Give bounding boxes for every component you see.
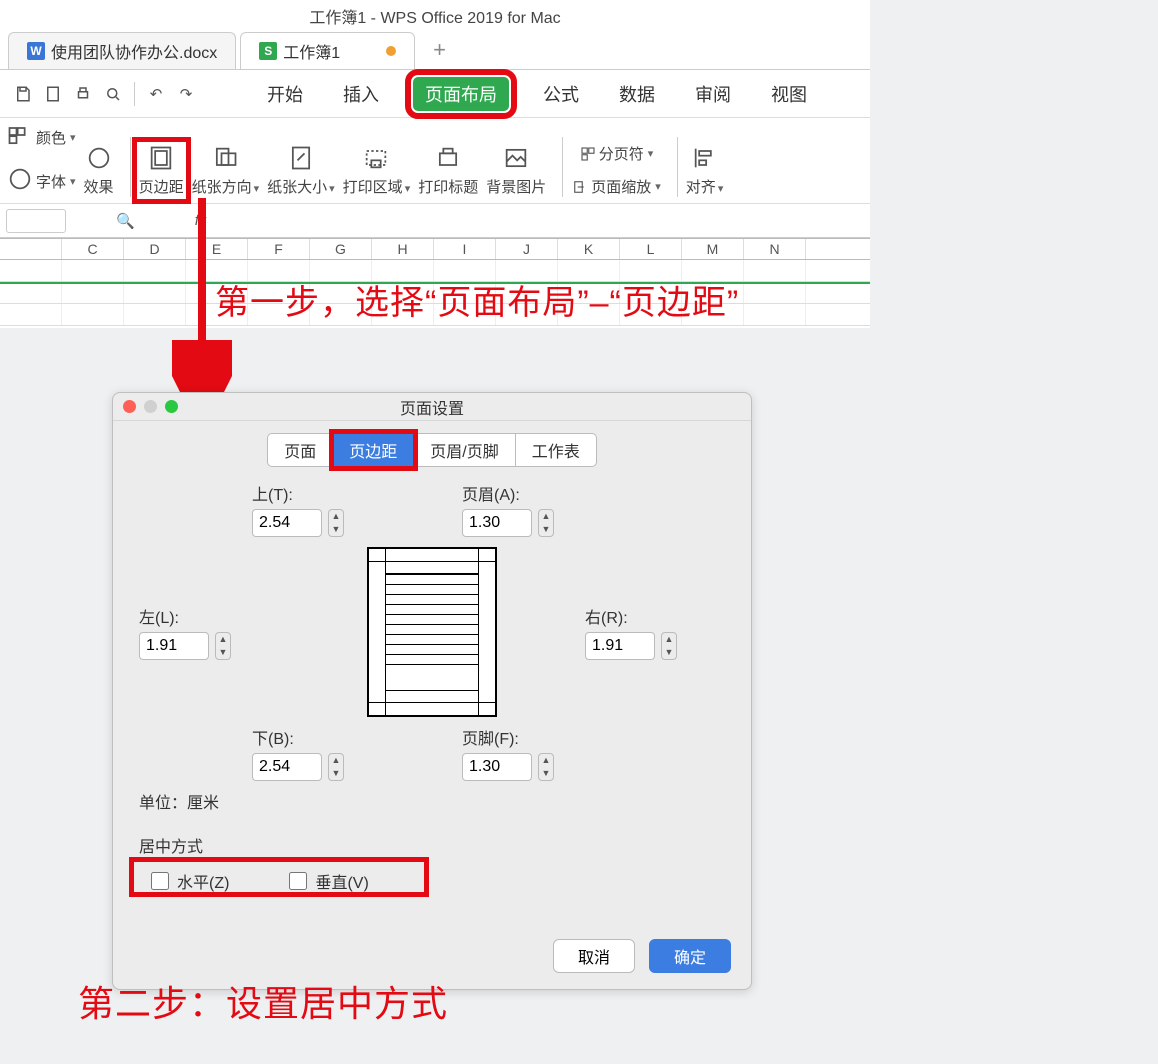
right-label: 右(R): — [585, 604, 725, 628]
annotation-step1: 第一步，选择“页面布局”–“页边距” — [215, 275, 739, 324]
orientation-button[interactable]: 纸张方向▾ — [192, 144, 260, 197]
page-setup-dialog: 页面设置 页面 页边距 页眉/页脚 工作表 上(T): ▲▼ 页眉(A): ▲▼ — [112, 392, 752, 990]
formula-bar: 🔍 fx — [0, 204, 870, 238]
dialog-tab-page[interactable]: 页面 — [267, 433, 333, 467]
close-icon[interactable] — [123, 400, 136, 413]
top-stepper[interactable]: ▲▼ — [328, 509, 344, 537]
quick-access-toolbar: ↶ ↷ 开始 插入 页面布局 公式 数据 审阅 视图 — [0, 70, 870, 118]
footer-stepper[interactable]: ▲▼ — [538, 753, 554, 781]
preview-icon[interactable] — [98, 79, 128, 109]
ribbon-tabs: 开始 插入 页面布局 公式 数据 审阅 视图 — [261, 77, 813, 111]
ribbon-tools: 颜色▾ 字体▾ 效果 页边距 纸张方向▾ 纸张大小▾ 打印区域▾ 打印标题 — [0, 118, 870, 204]
unit-label: 单位：厘米 — [139, 789, 725, 813]
ribbon-tab-start[interactable]: 开始 — [261, 77, 309, 111]
new-icon[interactable] — [38, 79, 68, 109]
footer-margin-input[interactable] — [462, 753, 532, 781]
unsaved-indicator-icon — [386, 46, 396, 56]
column-headers: CDEFGHIJKLMN — [0, 238, 870, 260]
maximize-icon[interactable] — [165, 400, 178, 413]
tool-separator — [130, 137, 131, 197]
right-margin-input[interactable] — [585, 632, 655, 660]
cancel-button[interactable]: 取消 — [553, 939, 635, 973]
qat-divider — [134, 82, 135, 106]
bottom-label: 下(B): — [252, 725, 402, 749]
bottom-stepper[interactable]: ▲▼ — [328, 753, 344, 781]
print-area-button[interactable]: 打印区域▾ — [343, 144, 411, 197]
bottom-margin-input[interactable] — [252, 753, 322, 781]
center-section: 居中方式 水平(Z) 垂直(V) — [139, 833, 725, 899]
save-icon[interactable] — [8, 79, 38, 109]
undo-icon[interactable]: ↶ — [141, 79, 171, 109]
tool-separator-2 — [562, 137, 563, 197]
footer-label: 页脚(F): — [462, 725, 612, 749]
new-tab-button[interactable]: + — [419, 31, 460, 69]
word-icon: W — [27, 42, 45, 60]
background-button[interactable]: 背景图片 — [486, 144, 546, 197]
right-stepper[interactable]: ▲▼ — [661, 632, 677, 660]
ribbon-tab-pagelayout[interactable]: 页面布局 — [413, 77, 509, 111]
top-label: 上(T): — [252, 481, 402, 505]
name-box[interactable] — [6, 209, 66, 233]
left-stepper[interactable]: ▲▼ — [215, 632, 231, 660]
breaks-button[interactable]: 分页符▾ — [579, 143, 654, 164]
center-horizontal-checkbox[interactable]: 水平(Z) — [151, 869, 229, 893]
fx-label[interactable]: fx — [195, 212, 207, 229]
minimize-icon — [144, 400, 157, 413]
left-margin-input[interactable] — [139, 632, 209, 660]
dialog-title: 页面设置 — [113, 395, 751, 419]
spreadsheet-icon: S — [259, 42, 277, 60]
top-margin-input[interactable] — [252, 509, 322, 537]
ribbon-tab-formula[interactable]: 公式 — [537, 77, 585, 111]
ribbon-tab-review[interactable]: 审阅 — [689, 77, 737, 111]
doc-tab-1-label: 使用团队协作办公.docx — [51, 39, 217, 63]
dialog-tab-header-footer[interactable]: 页眉/页脚 — [414, 433, 515, 467]
ribbon-tab-insert[interactable]: 插入 — [337, 77, 385, 111]
print-titles-button[interactable]: 打印标题 — [418, 144, 478, 197]
header-margin-input[interactable] — [462, 509, 532, 537]
ribbon-tab-view[interactable]: 视图 — [765, 77, 813, 111]
dialog-tab-sheet[interactable]: 工作表 — [516, 433, 597, 467]
window-title: 工作簿1 - WPS Office 2019 for Mac — [0, 0, 870, 34]
left-label: 左(L): — [139, 604, 279, 628]
center-label: 居中方式 — [139, 833, 725, 857]
tool-separator-3 — [677, 137, 678, 197]
header-stepper[interactable]: ▲▼ — [538, 509, 554, 537]
paper-size-button[interactable]: 纸张大小▾ — [267, 144, 335, 197]
breaks-zoom-group: 分页符▾ 页面缩放▾ — [571, 143, 661, 197]
dialog-titlebar: 页面设置 — [113, 393, 751, 421]
dialog-tabs: 页面 页边距 页眉/页脚 工作表 — [113, 433, 751, 467]
doc-tab-2[interactable]: S 工作簿1 — [240, 32, 415, 69]
effect-button[interactable]: 效果 — [84, 144, 114, 197]
redo-icon[interactable]: ↷ — [171, 79, 201, 109]
center-vertical-checkbox[interactable]: 垂直(V) — [289, 869, 368, 893]
ribbon-tab-data[interactable]: 数据 — [613, 77, 661, 111]
doc-tab-2-label: 工作簿1 — [283, 39, 340, 63]
search-icon[interactable]: 🔍 — [116, 212, 135, 230]
header-label: 页眉(A): — [462, 481, 612, 505]
print-icon[interactable] — [68, 79, 98, 109]
annotation-step2: 第二步：设置居中方式 — [78, 975, 448, 1027]
page-preview — [367, 547, 497, 717]
margins-form: 上(T): ▲▼ 页眉(A): ▲▼ 左(L): ▲▼ — [113, 481, 751, 813]
dialog-tab-margins[interactable]: 页边距 — [333, 433, 414, 467]
theme-color-button[interactable]: 颜色▾ 字体▾ — [6, 121, 76, 197]
align-button[interactable]: 对齐▾ — [686, 144, 724, 197]
doc-tabs: W 使用团队协作办公.docx S 工作簿1 + — [0, 34, 870, 70]
ok-button[interactable]: 确定 — [649, 939, 731, 973]
margins-button[interactable]: 页边距 — [139, 144, 184, 197]
zoom-button[interactable]: 页面缩放▾ — [571, 176, 661, 197]
doc-tab-1[interactable]: W 使用团队协作办公.docx — [8, 32, 236, 69]
